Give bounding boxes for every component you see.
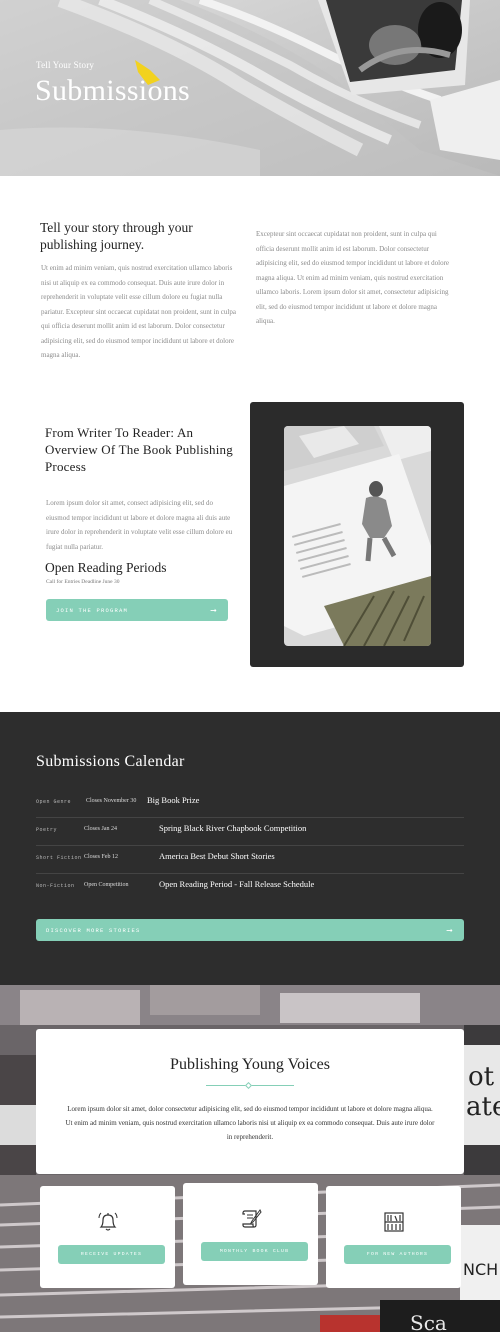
calendar-name: Big Book Prize	[147, 795, 200, 805]
svg-text:NCH: NCH	[463, 1260, 498, 1279]
calendar-date: Closes Feb 12	[84, 854, 119, 860]
magazine-image	[284, 426, 431, 646]
calendar-date: Closes Jan 24	[84, 826, 117, 832]
page-title: Submissions	[35, 74, 191, 107]
calendar-name: Spring Black River Chapbook Competition	[159, 823, 307, 833]
young-voices-card: Publishing Young Voices Lorem ipsum dolo…	[36, 1029, 464, 1174]
intro-right-text: Excepteur sint occaecat cupidatat non pr…	[256, 230, 450, 325]
svg-text:ot: ot	[468, 1062, 495, 1092]
intro-heading: Tell your story through your publishing …	[40, 220, 193, 252]
calendar-row[interactable]: Short Fiction Closes Feb 12 America Best…	[36, 846, 464, 874]
reading-periods-title: Open Reading Periods	[45, 560, 167, 575]
monthly-book-club-button[interactable]: MONTHLY BOOK CLUB	[201, 1242, 308, 1261]
magazine-photo-frame	[250, 402, 464, 667]
svg-text:ate: ate	[466, 1092, 500, 1122]
receive-updates-button[interactable]: RECEIVE UPDATES	[58, 1245, 165, 1264]
book-club-card: MONTHLY BOOK CLUB	[183, 1183, 318, 1285]
join-program-label: JOIN THE PROGRAM	[56, 606, 129, 614]
scroll-quill-icon	[242, 1209, 262, 1228]
new-authors-card: FOR NEW AUTHORS	[326, 1186, 461, 1288]
svg-text:Sca: Sca	[410, 1311, 447, 1332]
calendar-title: Submissions Calendar	[36, 753, 185, 770]
new-authors-button[interactable]: FOR NEW AUTHORS	[344, 1245, 451, 1264]
receive-updates-card: RECEIVE UPDATES	[40, 1186, 175, 1288]
calendar-row[interactable]: Open Genre Closes November 30 Big Book P…	[36, 790, 464, 818]
receive-updates-label: RECEIVE UPDATES	[80, 1252, 143, 1257]
submissions-calendar: Submissions Calendar Open Genre Closes N…	[0, 712, 500, 985]
bookshelf-icon	[384, 1212, 404, 1232]
feature-text: Lorem ipsum dolor sit amet, consect adip…	[46, 499, 233, 551]
calendar-row[interactable]: Non-Fiction Open Competition Open Readin…	[36, 874, 464, 902]
calendar-name: Open Reading Period - Fall Release Sched…	[159, 879, 315, 889]
reading-periods-subtitle: Call for Entries Deadline June 30	[46, 579, 120, 585]
discover-stories-label: DISCOVER MORE STORIES	[46, 926, 141, 934]
feature-title: From Writer To Reader: An Overview Of Th…	[45, 425, 233, 474]
discover-stories-button[interactable]: DISCOVER MORE STORIES ➞	[36, 919, 464, 941]
hero-kicker: Tell Your Story	[36, 60, 95, 70]
calendar-genre: Short Fiction	[36, 855, 82, 861]
calendar-genre: Non-Fiction	[36, 883, 75, 889]
voices-text: Lorem ipsum dolor sit amet, dolor consec…	[65, 1105, 435, 1141]
calendar-date: Closes November 30	[86, 798, 137, 804]
bell-icon	[98, 1212, 118, 1231]
calendar-date: Open Competition	[84, 882, 129, 888]
join-program-button[interactable]: JOIN THE PROGRAM ➞	[46, 599, 228, 621]
calendar-name: America Best Debut Short Stories	[159, 851, 275, 861]
calendar-genre: Open Genre	[36, 799, 72, 805]
monthly-book-club-label: MONTHLY BOOK CLUB	[219, 1249, 290, 1254]
intro-left-text: Ut enim ad minim veniam, quis nostrud ex…	[41, 264, 236, 359]
arrow-right-icon: ➞	[210, 605, 218, 615]
arrow-right-icon: ➞	[446, 925, 454, 935]
new-authors-label: FOR NEW AUTHORS	[366, 1252, 429, 1257]
voices-title: Publishing Young Voices	[170, 1056, 330, 1073]
calendar-row[interactable]: Poetry Closes Jan 24 Spring Black River …	[36, 818, 464, 846]
calendar-genre: Poetry	[36, 827, 58, 833]
young-voices-section: ot ate NCH Sca Publishing Young Voices L…	[0, 985, 500, 1332]
hero-banner: Tell Your Story Submissions	[0, 0, 500, 176]
divider	[206, 1081, 294, 1090]
